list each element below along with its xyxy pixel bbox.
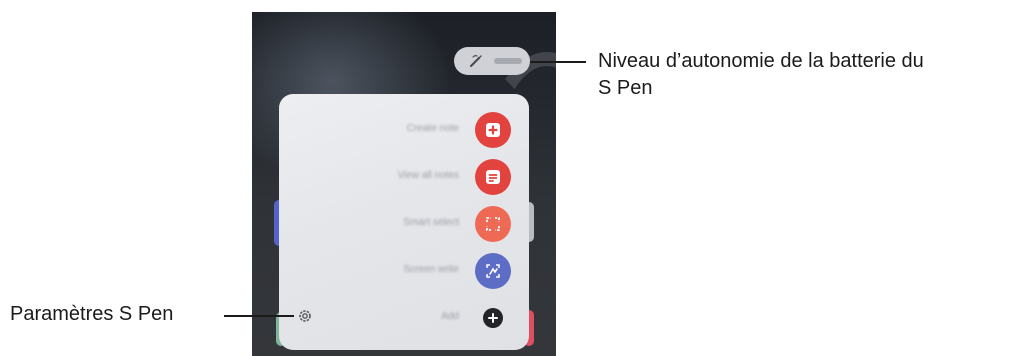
battery-callout-label-line1: Niveau d’autonomie de la batterie du [598,50,924,72]
menu-item-view-all-notes[interactable]: View all notes [279,157,529,197]
air-command-panel: Create note View all notes Smart select … [279,94,529,350]
menu-item-label: Screen write [403,264,459,275]
settings-callout-line [224,315,294,317]
menu-item-label: Smart select [403,217,459,228]
menu-item-label: Create note [406,123,459,134]
s-pen-battery-indicator [454,47,530,75]
menu-item-add[interactable]: Add [279,298,529,338]
screen-write-icon [475,253,511,289]
s-pen-icon [468,53,484,69]
battery-callout-line [530,61,586,63]
plus-icon [483,308,503,328]
battery-level-text [494,58,522,64]
menu-item-screen-write[interactable]: Screen write [279,251,529,291]
battery-callout-label-line2: S Pen [598,77,653,99]
notes-list-icon [475,159,511,195]
menu-item-smart-select[interactable]: Smart select [279,204,529,244]
add-note-icon [475,112,511,148]
settings-callout-label: Paramètres S Pen [10,303,174,325]
smart-select-icon [475,206,511,242]
gear-icon[interactable] [297,308,313,324]
menu-item-create-note[interactable]: Create note [279,110,529,150]
menu-item-label: Add [441,311,459,322]
menu-item-label: View all notes [397,170,459,181]
